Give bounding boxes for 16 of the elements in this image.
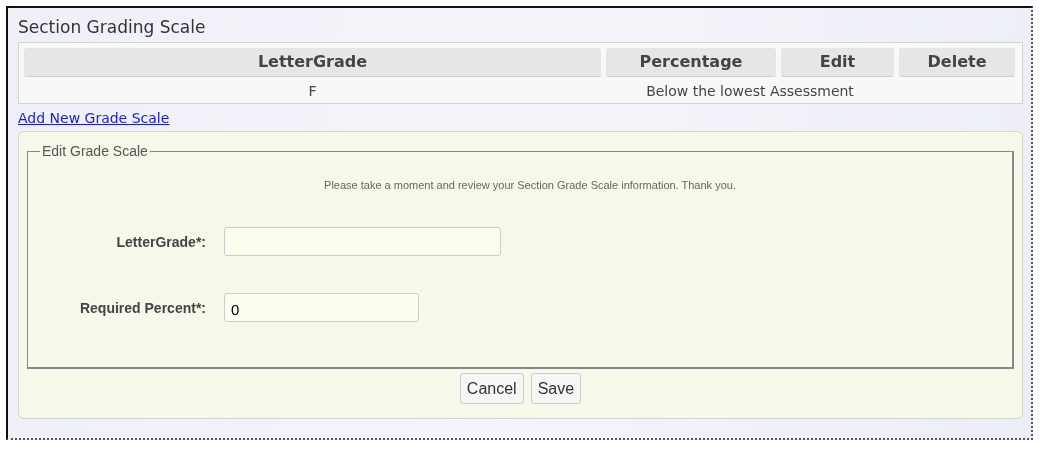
input-field[interactable] xyxy=(224,227,501,256)
field-label: LetterGrade*: xyxy=(115,233,206,250)
field-label: Required Percent*: xyxy=(78,299,206,316)
cancel-button[interactable]: Cancel xyxy=(459,373,524,404)
input-field[interactable]: 0 xyxy=(224,293,419,322)
fieldset-legend: Edit Grade Scale xyxy=(40,143,150,159)
column-header: Delete xyxy=(899,48,1015,77)
table-cell-text: Below the lowest Assessment xyxy=(645,82,855,101)
table-cell-text: F xyxy=(307,82,318,101)
save-button[interactable]: Save xyxy=(530,373,582,404)
column-header: Edit xyxy=(781,48,894,77)
info-message: Please take a moment and review your Section Grade Scale information. Thank you. xyxy=(323,179,737,191)
section-title: Section Grading Scale xyxy=(18,16,207,39)
add-grade-link[interactable]: Add New Grade Scale xyxy=(18,109,170,127)
column-header: Percentage xyxy=(606,48,776,77)
column-header: LetterGrade xyxy=(24,48,601,77)
